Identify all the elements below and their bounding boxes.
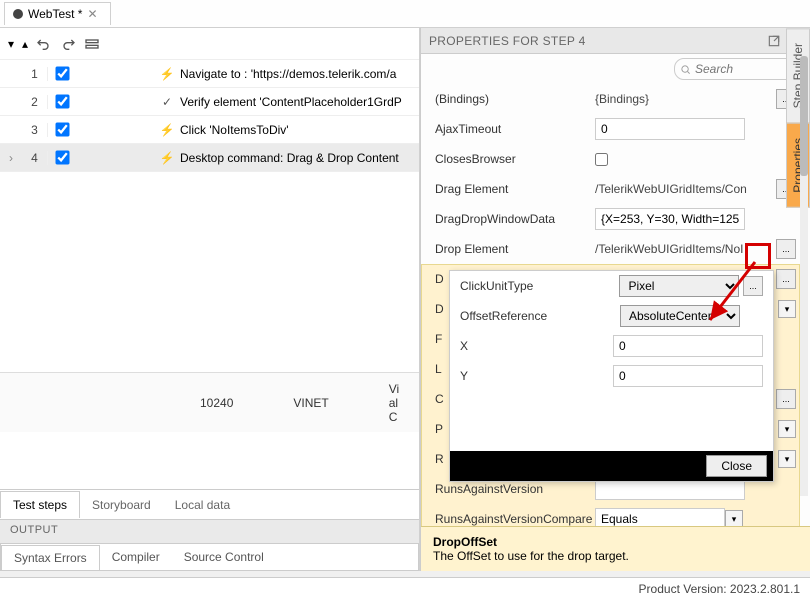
redo-icon[interactable] [60, 36, 76, 52]
document-tab-bar: WebTest * ✕ [0, 0, 810, 28]
close-icon[interactable]: ✕ [87, 7, 97, 21]
dropdown-icon[interactable] [778, 450, 796, 468]
status-bar: Product Version: 2023.2.801.1 [0, 577, 810, 599]
current-step-icon: › [0, 151, 22, 165]
ajax-input[interactable] [595, 118, 745, 140]
step-enable-checkbox[interactable] [55, 122, 69, 136]
popout-icon[interactable] [767, 34, 781, 48]
document-tab[interactable]: WebTest * ✕ [4, 2, 111, 25]
collapse-icon[interactable]: ▾ [8, 37, 14, 51]
step-row[interactable]: ›4 ⚡ Desktop command: Drag & Drop Conten… [0, 144, 419, 172]
ddwindow-input[interactable] [595, 208, 745, 230]
offset-ref-select[interactable]: AbsoluteCenter [620, 305, 740, 327]
prop-bindings[interactable]: (Bindings) {Bindings} ... [421, 84, 810, 114]
closes-checkbox[interactable] [595, 153, 608, 166]
tab-source-control[interactable]: Source Control [172, 545, 276, 569]
prop-x[interactable]: X [450, 331, 773, 361]
ellipsis-button[interactable]: ... [743, 276, 763, 296]
prop-drop-element[interactable]: Drop Element /TelerikWebUIGridItems/NoI … [421, 234, 810, 264]
editor-tabs: Test steps Storyboard Local data [0, 489, 419, 519]
steps-toolbar: ▾ ▴ [0, 28, 419, 60]
step-enable-checkbox[interactable] [55, 66, 69, 80]
click-icon: ⚡ [156, 123, 178, 137]
prop-drag-element[interactable]: Drag Element /TelerikWebUIGridItems/Con … [421, 174, 810, 204]
prop-ajax-timeout[interactable]: AjaxTimeout [421, 114, 810, 144]
dropdown-icon[interactable] [778, 420, 796, 438]
step-row[interactable]: 1 ⚡ Navigate to : 'https://demos.telerik… [0, 60, 419, 88]
ellipsis-button[interactable]: ... [776, 269, 796, 289]
ellipsis-button[interactable]: ... [776, 389, 796, 409]
properties-header: PROPERTIES FOR STEP 4 [421, 28, 810, 54]
prop-click-unit-type[interactable]: ClickUnitType Pixel ... [450, 271, 773, 301]
step-enable-checkbox[interactable] [55, 150, 69, 164]
close-button[interactable]: Close [706, 455, 767, 477]
property-hint: DropOffSet The OffSet to use for the dro… [421, 526, 810, 571]
verify-icon: ✓ [156, 95, 178, 109]
prop-y[interactable]: Y [450, 361, 773, 391]
undo-icon[interactable] [36, 36, 52, 52]
output-header[interactable]: OUTPUT [0, 519, 419, 543]
scrollbar-thumb[interactable] [800, 56, 808, 176]
click-unit-select[interactable]: Pixel [619, 275, 739, 297]
ellipsis-button[interactable]: ... [776, 239, 796, 259]
tab-storyboard[interactable]: Storyboard [80, 492, 163, 518]
tab-local-data[interactable]: Local data [163, 492, 242, 518]
version-label: Product Version: 2023.2.801.1 [639, 582, 800, 596]
step-row[interactable]: 3 ⚡ Click 'NoItemsToDiv' [0, 116, 419, 144]
dropdown-icon[interactable] [725, 510, 743, 526]
data-preview-row: 10240 VINET Vi al C [0, 372, 419, 432]
y-input[interactable] [613, 365, 763, 387]
columns-icon[interactable] [84, 36, 100, 52]
step-row[interactable]: 2 ✓ Verify element 'ContentPlaceholder1G… [0, 88, 419, 116]
prop-dragdrop-window[interactable]: DragDropWindowData [421, 204, 810, 234]
x-input[interactable] [613, 335, 763, 357]
properties-pane: PROPERTIES FOR STEP 4 (Bindings) {Bindin… [420, 28, 810, 571]
tab-syntax-errors[interactable]: Syntax Errors [1, 545, 100, 570]
tab-compiler[interactable]: Compiler [100, 545, 172, 569]
doc-icon [13, 9, 23, 19]
doc-title: WebTest * [28, 7, 82, 21]
prop-runs-against-compare[interactable]: RunsAgainstVersionCompare [421, 504, 810, 526]
dropdown-icon[interactable] [778, 300, 796, 318]
tab-test-steps[interactable]: Test steps [0, 491, 80, 518]
output-tabs: Syntax Errors Compiler Source Control [0, 543, 419, 571]
navigate-icon: ⚡ [156, 67, 178, 81]
search-input[interactable] [674, 58, 804, 80]
offset-popup: ClickUnitType Pixel ... OffsetReference … [449, 270, 774, 482]
drag-icon: ⚡ [156, 151, 178, 165]
prop-offset-reference[interactable]: OffsetReference AbsoluteCenter [450, 301, 773, 331]
expand-icon[interactable]: ▴ [22, 37, 28, 51]
step-enable-checkbox[interactable] [55, 94, 69, 108]
prop-closes-browser[interactable]: ClosesBrowser [421, 144, 810, 174]
steps-pane: ▾ ▴ 1 ⚡ Navigate to : 'https://demos.tel… [0, 28, 420, 571]
